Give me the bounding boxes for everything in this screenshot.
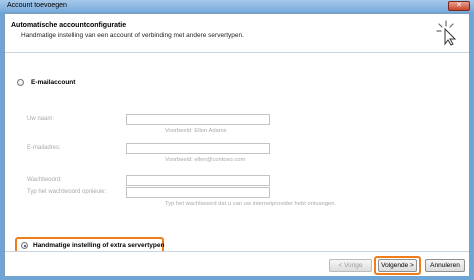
password-hint: Typ het wachtwoord dat u van uw internet… bbox=[165, 201, 337, 207]
close-button[interactable]: ✕ bbox=[448, 1, 470, 11]
email-hint: Voorbeeld: ellen@contoso.com bbox=[165, 157, 246, 163]
header-title: Automatische accountconfiguratie bbox=[11, 22, 127, 29]
next-button[interactable]: Volgende > bbox=[378, 259, 417, 272]
password-confirm-label: Typ het wachtwoord opnieuw: bbox=[27, 189, 107, 195]
dialog-window: Account toevoegen ✕ Automatische account… bbox=[0, 0, 474, 280]
window-title: Account toevoegen bbox=[7, 2, 67, 9]
name-field[interactable] bbox=[126, 114, 270, 125]
title-bar: Account toevoegen ✕ bbox=[0, 0, 474, 12]
email-account-label[interactable]: E-mailaccount bbox=[31, 79, 75, 86]
dialog-footer: < Vorige Volgende > Annuleren bbox=[5, 251, 469, 276]
manual-setup-label[interactable]: Handmatige instelling of extra servertyp… bbox=[33, 242, 164, 249]
dialog-header: Automatische accountconfiguratie Handmat… bbox=[5, 14, 469, 53]
cancel-button[interactable]: Annuleren bbox=[425, 259, 465, 272]
name-label: Uw naam: bbox=[27, 116, 55, 122]
email-label: E-mailadres: bbox=[27, 145, 61, 151]
email-account-radio-circle[interactable] bbox=[17, 79, 24, 86]
next-button-highlight: Volgende > bbox=[374, 256, 421, 275]
previous-button[interactable]: < Vorige bbox=[329, 259, 372, 272]
password-field[interactable] bbox=[126, 175, 270, 186]
manual-setup-radio[interactable] bbox=[21, 242, 28, 249]
email-field[interactable] bbox=[126, 143, 270, 154]
name-hint: Voorbeeld: Ellen Adams bbox=[165, 128, 227, 134]
dialog-content: Automatische accountconfiguratie Handmat… bbox=[4, 13, 470, 276]
password-label: Wachtwoord: bbox=[27, 177, 62, 183]
cursor-sparkle-icon bbox=[436, 20, 457, 46]
header-subtitle: Handmatige instelling van een account of… bbox=[21, 32, 244, 39]
password-confirm-field[interactable] bbox=[126, 187, 270, 198]
close-icon: ✕ bbox=[456, 2, 462, 9]
dialog-body: E-mailaccount Uw naam: Voorbeeld: Ellen … bbox=[5, 54, 469, 253]
